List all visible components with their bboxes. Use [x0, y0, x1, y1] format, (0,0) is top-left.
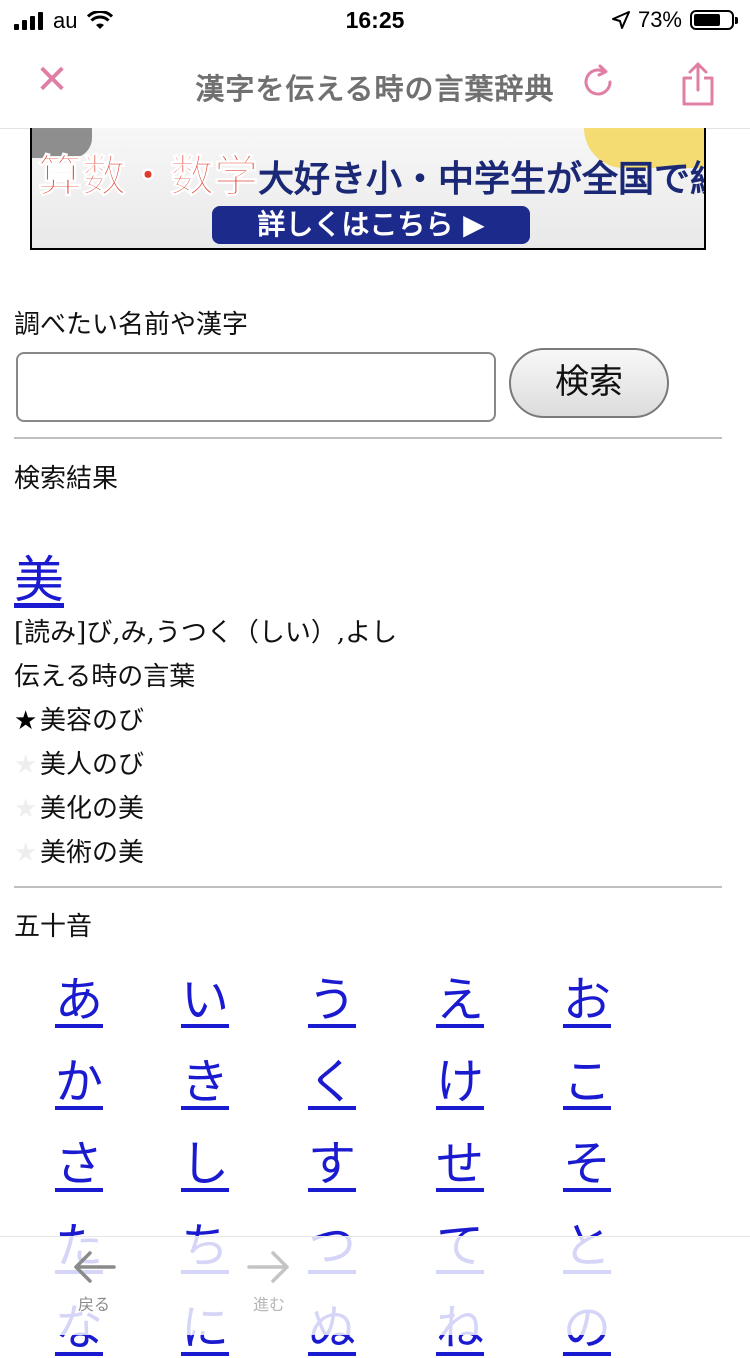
divider [14, 886, 722, 888]
word-item: ★ 美人のび [14, 744, 144, 781]
word-item: ★ 美化の美 [14, 788, 144, 825]
status-bar: au 16:25 73% [0, 0, 750, 40]
status-right: 73% [611, 7, 738, 33]
kana-link[interactable]: い [175, 960, 235, 1030]
back-label: 戻る [77, 1295, 110, 1314]
results-heading: 検索結果 [14, 464, 119, 494]
arrow-right-icon [247, 1251, 289, 1283]
kana-link[interactable]: す [302, 1124, 362, 1194]
star-icon: ★ [14, 838, 38, 868]
words-heading: 伝える時の言葉 [14, 662, 196, 692]
kana-link[interactable]: お [557, 960, 617, 1030]
ad-banner[interactable]: 算数・数学大好き小・中学生が全国で続出! 詳しくはこちら ▶ [30, 128, 706, 250]
bottom-toolbar: 戻る 進む [0, 1236, 750, 1335]
ad-headline-navy: 大好き小・中学生が全国で続出! [258, 159, 704, 200]
kana-link[interactable]: せ [430, 1124, 490, 1194]
search-label: 調べたい名前や漢字 [14, 310, 249, 340]
kana-link[interactable]: そ [557, 1124, 617, 1194]
kana-link[interactable]: こ [557, 1042, 617, 1112]
kana-link[interactable]: さ [49, 1124, 109, 1194]
forward-button[interactable]: 進む [229, 1247, 309, 1315]
search-button[interactable]: 検索 [509, 348, 669, 418]
forward-label: 進む [252, 1295, 285, 1314]
star-icon: ★ [14, 706, 38, 736]
battery-icon [690, 10, 738, 30]
word-text: 美化の美 [40, 794, 145, 824]
back-button[interactable]: 戻る [54, 1247, 134, 1315]
location-arrow-icon [611, 11, 630, 29]
word-text: 美人のび [40, 750, 145, 780]
word-text: 美術の美 [40, 838, 145, 868]
kana-link[interactable]: け [430, 1042, 490, 1112]
word-text: 美容のび [40, 706, 145, 736]
ad-cta-button[interactable]: 詳しくはこちら ▶ [212, 206, 530, 244]
star-icon: ★ [14, 750, 38, 780]
kana-link[interactable]: う [302, 960, 362, 1030]
kana-link[interactable]: し [175, 1124, 235, 1194]
gojuon-heading: 五十音 [14, 912, 93, 942]
kana-link[interactable]: き [175, 1042, 235, 1112]
arrow-left-icon [74, 1251, 116, 1283]
battery-percent: 73% [637, 7, 682, 32]
kana-link[interactable]: く [302, 1042, 362, 1112]
page-title: 漢字を伝える時の言葉辞典 [195, 72, 555, 106]
ad-headline-red: 算数・数学 [38, 151, 259, 203]
divider [14, 437, 722, 439]
reload-icon[interactable] [578, 62, 618, 102]
word-item: ★ 美術の美 [14, 832, 144, 869]
kana-link[interactable]: あ [49, 960, 109, 1030]
share-icon[interactable] [678, 60, 718, 108]
star-icon: ★ [14, 794, 38, 824]
navigation-bar: ✕ 漢字を伝える時の言葉辞典 [0, 40, 750, 129]
search-input[interactable] [16, 352, 496, 422]
battery-fill [694, 14, 721, 26]
kana-link[interactable]: か [49, 1042, 109, 1112]
kana-link[interactable]: え [430, 960, 490, 1030]
result-reading: [読み]び,み,うつく（しい）,よし [14, 618, 398, 648]
result-kanji-link[interactable]: 美 [14, 540, 64, 612]
ad-headline: 算数・数学大好き小・中学生が全国で続出! [38, 140, 705, 204]
word-item: ★ 美容のび [14, 700, 144, 737]
